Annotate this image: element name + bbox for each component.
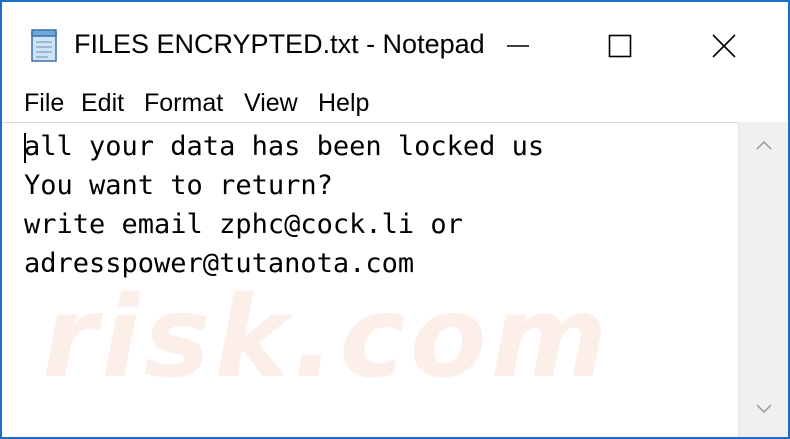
menu-edit[interactable]: Edit [79, 89, 126, 118]
notepad-icon [31, 29, 57, 62]
text-line: You want to return? [24, 170, 333, 201]
menu-bar: File Edit Format View Help [2, 82, 788, 122]
scroll-down-arrow-icon[interactable] [754, 402, 774, 416]
text-line: all your data has been locked us [24, 131, 545, 162]
close-icon [712, 34, 736, 58]
notepad-window: FILES ENCRYPTED.txt - Notepad File Edit … [0, 0, 790, 439]
menu-help[interactable]: Help [316, 89, 371, 118]
menu-view[interactable]: View [242, 89, 300, 118]
menu-format[interactable]: Format [142, 89, 225, 118]
vertical-scrollbar[interactable] [738, 122, 788, 437]
minimize-icon [507, 45, 529, 47]
text-content[interactable]: all your data has been locked us You want… [24, 127, 724, 283]
text-line: write email zphc@cock.li or [24, 209, 463, 240]
scroll-up-arrow-icon[interactable] [754, 138, 774, 152]
menu-file[interactable]: File [22, 89, 66, 118]
maximize-button[interactable] [574, 16, 666, 76]
maximize-icon [608, 34, 632, 58]
close-button[interactable] [678, 16, 770, 76]
text-line: adresspower@tutanota.com [24, 248, 415, 279]
minimize-button[interactable] [472, 16, 564, 76]
text-editor[interactable]: risk.com all your data has been locked u… [2, 122, 738, 437]
text-caret [24, 133, 26, 163]
window-title: FILES ENCRYPTED.txt - Notepad [74, 29, 485, 59]
title-bar[interactable]: FILES ENCRYPTED.txt - Notepad [2, 2, 788, 82]
watermark: risk.com [42, 273, 612, 403]
